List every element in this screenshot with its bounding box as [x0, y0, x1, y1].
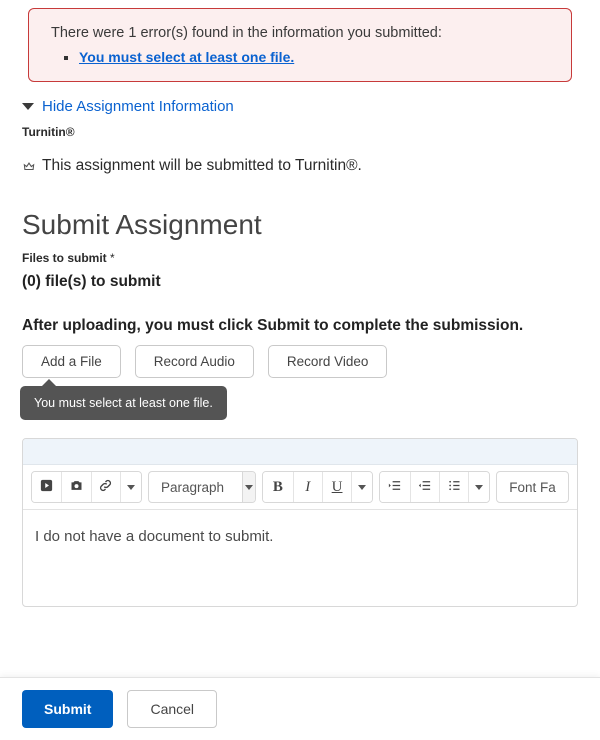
turnitin-icon: [22, 159, 36, 173]
chevron-down-icon: [127, 485, 135, 490]
italic-icon: I: [305, 479, 310, 496]
form-error-link[interactable]: You must select at least one file.: [79, 49, 294, 65]
cancel-button[interactable]: Cancel: [127, 690, 217, 728]
underline-button[interactable]: U: [322, 472, 351, 502]
bold-button[interactable]: B: [263, 472, 292, 502]
bullet-list-icon: [447, 478, 462, 496]
insert-link-button[interactable]: [91, 472, 120, 502]
insert-media-button[interactable]: [32, 472, 61, 502]
turnitin-message: This assignment will be submitted to Tur…: [42, 157, 362, 175]
editor-content[interactable]: I do not have a document to submit.: [23, 510, 577, 606]
add-file-error-tooltip: You must select at least one file.: [20, 386, 227, 420]
add-file-button[interactable]: Add a File: [22, 345, 121, 378]
form-error-title: There were 1 error(s) found in the infor…: [51, 25, 549, 41]
toolbar-group-media: [31, 471, 142, 503]
indent-icon: [387, 478, 402, 496]
files-field-label: Files to submit *: [22, 251, 578, 265]
toolbar-group-format: B I U: [262, 471, 373, 503]
chevron-down-icon: [358, 485, 366, 490]
chevron-down-icon: [245, 485, 253, 490]
outdent-button[interactable]: [410, 472, 439, 502]
record-audio-button[interactable]: Record Audio: [135, 345, 254, 378]
form-error-list: You must select at least one file.: [51, 49, 549, 65]
submit-instruction: After uploading, you must click Submit t…: [22, 317, 578, 335]
toolbar-group-list: [379, 471, 490, 503]
outdent-icon: [417, 478, 432, 496]
record-video-button[interactable]: Record Video: [268, 345, 388, 378]
italic-button[interactable]: I: [293, 472, 322, 502]
list-more-dropdown[interactable]: [468, 472, 489, 502]
turnitin-message-row: This assignment will be submitted to Tur…: [22, 157, 578, 175]
media-more-dropdown[interactable]: [120, 472, 141, 502]
indent-button[interactable]: [380, 472, 409, 502]
link-icon: [98, 478, 113, 496]
toggle-assignment-info-label: Hide Assignment Information: [42, 98, 234, 115]
form-error-alert: There were 1 error(s) found in the infor…: [28, 8, 572, 82]
footer-action-bar: Submit Cancel: [0, 677, 600, 740]
upload-button-row: Add a File Record Audio Record Video: [22, 345, 578, 378]
required-mark: *: [110, 251, 115, 265]
play-icon: [39, 478, 54, 496]
camera-icon: [69, 478, 84, 496]
files-label-text: Files to submit: [22, 251, 107, 265]
font-family-label: Font Fa: [497, 472, 569, 502]
turnitin-label: Turnitin®: [22, 125, 578, 139]
submit-button[interactable]: Submit: [22, 690, 113, 728]
comments-editor: Paragraph B I U: [22, 438, 578, 607]
insert-image-button[interactable]: [61, 472, 90, 502]
paragraph-style-drop: [242, 472, 255, 502]
form-error-item: You must select at least one file.: [79, 49, 549, 65]
paragraph-style-label: Paragraph: [149, 472, 242, 502]
paragraph-style-select[interactable]: Paragraph: [148, 471, 256, 503]
chevron-down-icon: [475, 485, 483, 490]
files-summary: (0) file(s) to submit: [22, 273, 578, 291]
chevron-down-icon: [22, 103, 34, 110]
underline-icon: U: [332, 479, 343, 496]
page-title: Submit Assignment: [22, 209, 578, 241]
bullet-list-button[interactable]: [439, 472, 468, 502]
toggle-assignment-info[interactable]: Hide Assignment Information: [22, 98, 234, 115]
editor-top-strip: [23, 439, 577, 465]
font-family-select[interactable]: Font Fa: [496, 471, 569, 503]
bold-icon: B: [273, 479, 283, 496]
format-more-dropdown[interactable]: [351, 472, 372, 502]
editor-toolbar: Paragraph B I U: [23, 465, 577, 510]
